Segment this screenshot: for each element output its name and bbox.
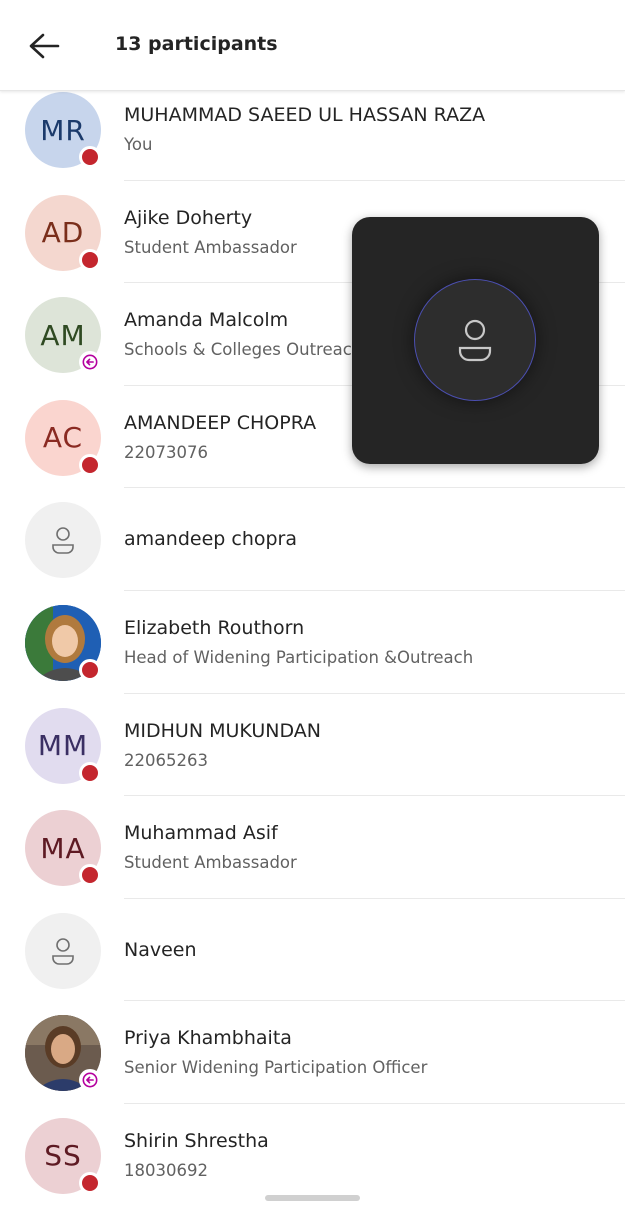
status-busy-badge <box>79 658 101 681</box>
avatar-initials: MM <box>37 729 89 763</box>
participant-row[interactable]: Naveen <box>0 899 625 1002</box>
status-away-badge <box>79 351 101 374</box>
home-indicator[interactable] <box>265 1195 360 1201</box>
video-avatar-ring <box>414 279 536 401</box>
status-busy-badge <box>79 453 101 476</box>
status-busy-badge <box>79 864 101 887</box>
participant-name: Shirin Shrestha <box>124 1129 269 1152</box>
video-preview-tile[interactable] <box>352 217 599 464</box>
participant-row[interactable]: amandeep chopra <box>0 488 625 591</box>
participant-name: Naveen <box>124 938 197 961</box>
participant-name: AMANDEEP CHOPRA <box>124 411 317 434</box>
participant-row[interactable]: MR MUHAMMAD SAEED UL HASSAN RAZA You <box>0 78 625 181</box>
avatar-initials: AM <box>40 318 86 352</box>
away-arrow-icon <box>82 354 98 370</box>
participant-row[interactable]: MM MIDHUN MUKUNDAN 22065263 <box>0 694 625 797</box>
avatar-initials: MR <box>40 113 86 147</box>
participant-name: Amanda Malcolm <box>124 309 289 332</box>
avatar-initials: MA <box>40 831 86 865</box>
participant-subtitle: You <box>124 135 153 154</box>
participant-subtitle: Head of Widening Participation &Outreach <box>124 647 474 667</box>
person-icon <box>52 527 74 555</box>
status-away-badge <box>79 1069 101 1092</box>
participant-name: Priya Khambhaita <box>124 1027 292 1050</box>
participant-name: amandeep chopra <box>124 528 298 551</box>
arrow-left-icon <box>29 33 60 59</box>
participant-subtitle: 22073076 <box>124 442 208 462</box>
back-button[interactable] <box>22 26 66 66</box>
participant-name: Muhammad Asif <box>124 822 278 845</box>
participant-row[interactable]: SS Shirin Shrestha 18030692 <box>0 1104 625 1207</box>
participant-name: Ajike Doherty <box>124 206 253 229</box>
avatar <box>25 912 101 989</box>
person-icon <box>52 937 74 965</box>
person-icon <box>458 319 492 362</box>
participant-row[interactable]: Elizabeth Routhorn Head of Widening Parti… <box>0 591 625 694</box>
avatar-initials: AC <box>42 421 84 455</box>
away-arrow-icon <box>82 1072 98 1088</box>
status-busy-badge <box>79 248 101 271</box>
app-header: 13 participants <box>0 0 625 91</box>
avatar-initials: SS <box>44 1139 82 1173</box>
status-busy-badge <box>79 1171 101 1194</box>
participant-name: MIDHUN MUKUNDAN <box>124 719 321 742</box>
status-busy-badge <box>79 146 101 168</box>
participant-name: MUHAMMAD SAEED UL HASSAN RAZA <box>124 104 486 126</box>
avatar-initials: AD <box>41 216 85 250</box>
participant-row[interactable]: MA Muhammad Asif Student Ambassador <box>0 796 625 899</box>
participant-subtitle: 18030692 <box>124 1160 208 1180</box>
participant-name: Elizabeth Routhorn <box>124 616 305 639</box>
participant-subtitle: Student Ambassador <box>124 853 297 873</box>
avatar <box>25 502 101 579</box>
page-title: 13 participants <box>115 33 278 55</box>
participant-subtitle: Student Ambassador <box>124 237 297 257</box>
status-busy-badge <box>79 761 101 784</box>
participant-row[interactable]: Priya Khambhaita Senior Widening Particip… <box>0 1001 625 1104</box>
participant-subtitle: Senior Widening Participation Officer <box>124 1058 428 1078</box>
participant-subtitle: Schools & Colleges Outreach <box>124 340 363 360</box>
participant-subtitle: 22065263 <box>124 750 208 770</box>
